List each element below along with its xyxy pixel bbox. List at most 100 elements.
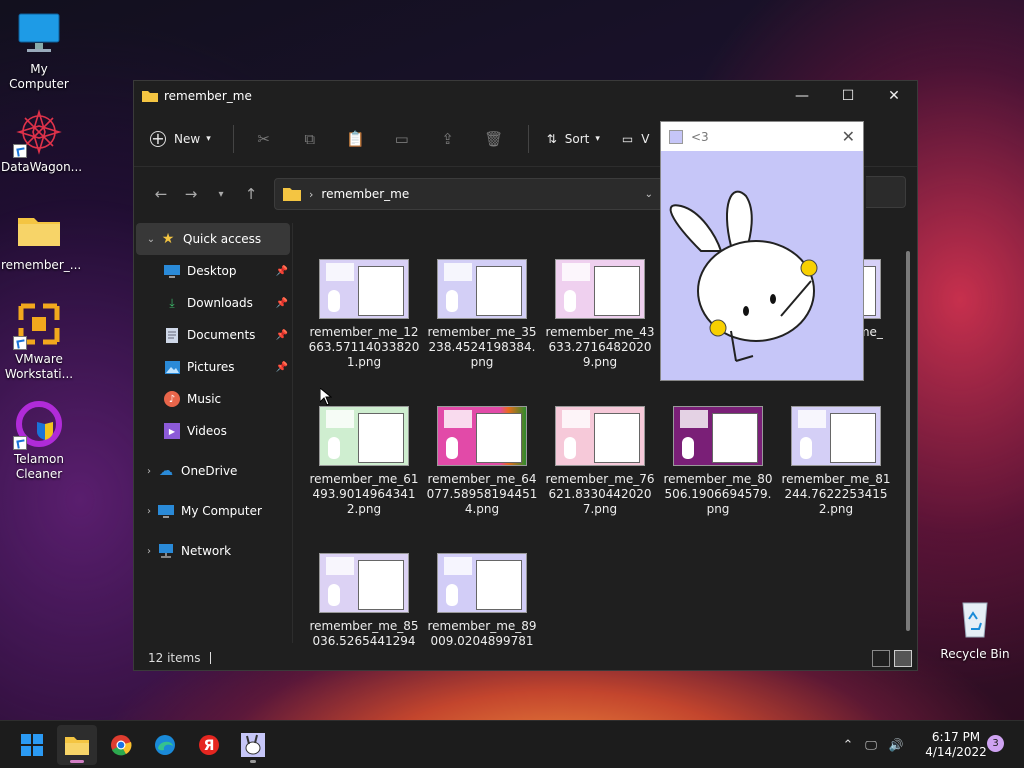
popup-title-bar[interactable]: <3 ✕ (661, 122, 863, 151)
active-app-indicator (70, 760, 84, 763)
file-thumbnail (673, 406, 763, 466)
file-item[interactable]: remember_me_61493.90149643412.png (308, 406, 420, 517)
nav-label: Downloads (187, 296, 253, 310)
start-button[interactable] (12, 725, 52, 765)
recent-locations-button[interactable]: ▾ (206, 179, 236, 209)
desktop-icon-remember-folder[interactable]: remember_... (1, 206, 81, 273)
address-folder[interactable]: remember_me (321, 187, 409, 201)
taskbar-edge[interactable] (145, 725, 185, 765)
nav-quick-access[interactable]: ⌄ ★ Quick access (136, 223, 290, 255)
file-item[interactable]: remember_me_12663.571140338201.png (308, 259, 420, 370)
new-button[interactable]: + New ▾ (150, 129, 211, 148)
rename-icon[interactable]: ▭ (390, 127, 414, 151)
taskbar: Я ⌃ 🖵 🔊 6:17 PM 4/14/2022 (0, 720, 1024, 768)
nav-label: Network (181, 544, 232, 558)
taskbar-bunny-app[interactable] (233, 725, 273, 765)
bunny-popup-window[interactable]: <3 ✕ (660, 121, 864, 381)
file-thumbnail (319, 406, 409, 466)
thumbnail-view-button[interactable] (894, 650, 912, 667)
new-label: New (174, 131, 201, 146)
pin-icon[interactable]: 📌 (276, 298, 288, 309)
file-item[interactable]: remember_me_80506.1906694579.png (662, 406, 774, 517)
forward-button[interactable]: → (176, 179, 206, 209)
file-item[interactable]: remember_me_43633.27164820209.png (544, 259, 656, 370)
sort-button[interactable]: ⇅ Sort ▾ (547, 132, 600, 146)
title-bar[interactable]: remember_me — ☐ ✕ (134, 81, 917, 111)
file-item[interactable]: remember_me_81244.76222534152.png (780, 406, 892, 517)
file-item[interactable]: remember_me_35238.4524198384.png (426, 259, 538, 370)
file-name: remember_me_81244.76222534152.png (781, 472, 891, 516)
nav-my-computer[interactable]: › My Computer (134, 495, 292, 527)
file-item[interactable]: remember_me_89009.0204899781 (426, 553, 538, 647)
vertical-scrollbar[interactable] (906, 251, 910, 631)
share-icon[interactable]: ⇪ (436, 127, 460, 151)
search-box[interactable] (866, 176, 906, 208)
nav-pictures[interactable]: Pictures 📌 (134, 351, 292, 383)
chevron-right-icon[interactable]: › (140, 546, 158, 557)
chevron-up-icon[interactable]: ⌃ (838, 738, 858, 753)
network-status-icon[interactable]: 🖵 (858, 738, 884, 753)
chevron-down-icon[interactable]: ⌄ (645, 189, 653, 200)
clock[interactable]: 6:17 PM 4/14/2022 (916, 730, 996, 760)
file-name: remember_me_35238.4524198384.png (427, 325, 537, 369)
delete-icon[interactable]: 🗑 (482, 127, 506, 151)
cut-icon[interactable]: ✂ (252, 127, 276, 151)
taskbar-file-explorer[interactable] (57, 725, 97, 765)
window-title: remember_me (164, 89, 252, 103)
desktop-icon-label: My Computer (9, 62, 69, 91)
picture-icon (164, 359, 180, 375)
file-name: remember_me_43633.27164820209.png (545, 325, 655, 369)
notification-badge[interactable]: 3 (987, 735, 1004, 752)
desktop-icon-label: VMware Workstati... (4, 352, 74, 381)
minimize-button[interactable]: — (779, 81, 825, 111)
nav-label: Documents (187, 328, 256, 342)
maximize-button[interactable]: ☐ (825, 81, 871, 111)
back-button[interactable]: ← (146, 179, 176, 209)
close-icon[interactable]: ✕ (842, 127, 855, 146)
chevron-right-icon[interactable]: › (140, 506, 158, 517)
desktop-icon-my-computer[interactable]: My Computer (1, 10, 77, 92)
desktop-icon-datawagon[interactable]: DataWagon... (1, 108, 83, 175)
nav-desktop[interactable]: Desktop 📌 (134, 255, 292, 287)
desktop-icon-label: DataWagon... (1, 160, 83, 174)
paste-icon[interactable]: 📋 (344, 127, 368, 151)
file-name: remember_me_89009.0204899781 (427, 619, 537, 647)
file-item[interactable]: remember_me_85036.5265441294 (308, 553, 420, 647)
desktop-icon (164, 263, 180, 279)
desktop-icon-recycle-bin[interactable]: Recycle Bin (937, 595, 1013, 662)
address-bar[interactable]: › remember_me ⌄ (274, 178, 664, 210)
bunny-icon (669, 129, 683, 144)
pin-icon[interactable]: 📌 (276, 266, 288, 277)
file-item[interactable]: remember_me_76621.83304420207.png (544, 406, 656, 517)
taskbar-chrome[interactable] (101, 725, 141, 765)
nav-documents[interactable]: Documents 📌 (134, 319, 292, 351)
clock-time: 6:17 PM (931, 730, 981, 744)
file-thumbnail (791, 406, 881, 466)
view-button[interactable]: ▭ V (622, 132, 650, 146)
up-button[interactable]: ↑ (236, 179, 266, 209)
chevron-right-icon[interactable]: › (140, 466, 158, 477)
volume-icon[interactable]: 🔊 (884, 738, 908, 752)
copy-icon[interactable]: ⧉ (298, 127, 322, 151)
svg-text:Я: Я (204, 738, 215, 754)
clock-date: 4/14/2022 (925, 745, 987, 759)
nav-videos[interactable]: ▶ Videos (134, 415, 292, 447)
desktop-icon-telamon[interactable]: Telamon Cleaner (1, 400, 77, 482)
cloud-icon: ☁ (159, 463, 173, 479)
recycle-bin-icon (951, 595, 999, 643)
nav-network[interactable]: › Network (134, 535, 292, 567)
pin-icon[interactable]: 📌 (276, 362, 288, 373)
close-button[interactable]: ✕ (871, 81, 917, 111)
file-thumbnail (437, 553, 527, 613)
desktop-icon-vmware[interactable]: VMware Workstati... (1, 300, 77, 382)
chevron-right-icon: › (309, 187, 314, 201)
details-view-button[interactable] (872, 650, 890, 667)
taskbar-yandex[interactable]: Я (189, 725, 229, 765)
chrome-icon (111, 735, 132, 756)
pin-icon[interactable]: 📌 (276, 330, 288, 341)
file-item[interactable]: remember_me_64077.589581944514.png (426, 406, 538, 517)
chevron-down-icon[interactable]: ⌄ (142, 234, 160, 245)
nav-downloads[interactable]: ⤓ Downloads 📌 (134, 287, 292, 319)
nav-music[interactable]: ♪ Music (134, 383, 292, 415)
nav-onedrive[interactable]: › ☁ OneDrive (134, 455, 292, 487)
